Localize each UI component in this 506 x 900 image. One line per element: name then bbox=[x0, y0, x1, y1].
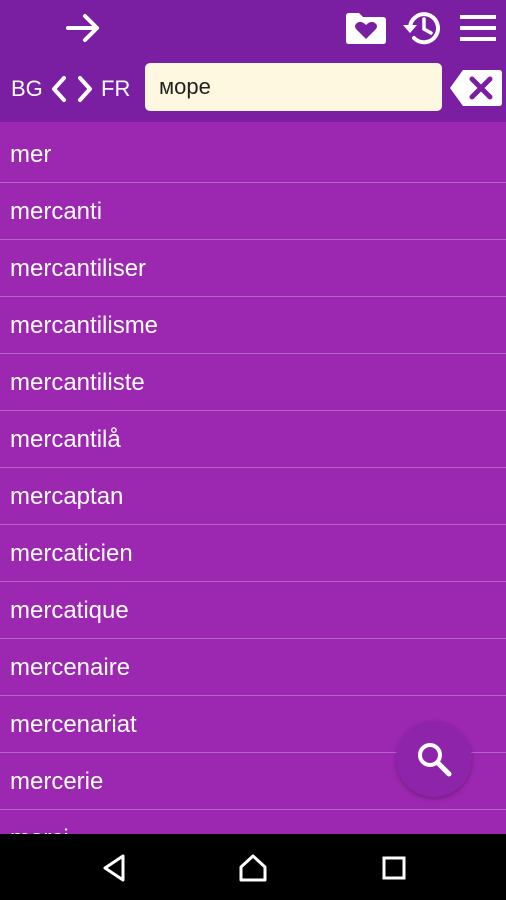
list-item[interactable]: mercanti bbox=[0, 183, 506, 240]
list-item[interactable]: mercaticien bbox=[0, 525, 506, 582]
list-item[interactable]: mercantiliser bbox=[0, 240, 506, 297]
list-item[interactable]: merci bbox=[0, 810, 506, 834]
list-item[interactable]: mercaptan bbox=[0, 468, 506, 525]
search-input[interactable] bbox=[157, 73, 430, 101]
favorites-icon[interactable] bbox=[342, 8, 390, 48]
target-language[interactable]: FR bbox=[101, 72, 130, 106]
android-nav-bar bbox=[0, 834, 506, 900]
list-item[interactable]: mer bbox=[0, 126, 506, 183]
list-item[interactable]: mercatique bbox=[0, 582, 506, 639]
home-nav-icon[interactable] bbox=[236, 851, 270, 885]
search-field[interactable] bbox=[145, 63, 442, 111]
swap-languages-icon[interactable] bbox=[48, 72, 96, 106]
list-item[interactable]: mercantilisme bbox=[0, 297, 506, 354]
history-icon[interactable] bbox=[398, 6, 446, 50]
recents-nav-icon[interactable] bbox=[377, 851, 411, 885]
clear-search-icon[interactable] bbox=[449, 66, 503, 110]
menu-icon[interactable] bbox=[456, 8, 500, 48]
back-nav-icon[interactable] bbox=[97, 851, 131, 885]
list-item[interactable]: mercantiliste bbox=[0, 354, 506, 411]
top-toolbar: BG FR bbox=[0, 0, 506, 122]
list-item[interactable]: mercenaire bbox=[0, 639, 506, 696]
forward-arrow-icon[interactable] bbox=[62, 8, 106, 48]
list-item[interactable]: mercantilå bbox=[0, 411, 506, 468]
search-fab-button[interactable] bbox=[396, 721, 472, 797]
source-language[interactable]: BG bbox=[11, 72, 43, 106]
search-icon bbox=[418, 743, 452, 777]
